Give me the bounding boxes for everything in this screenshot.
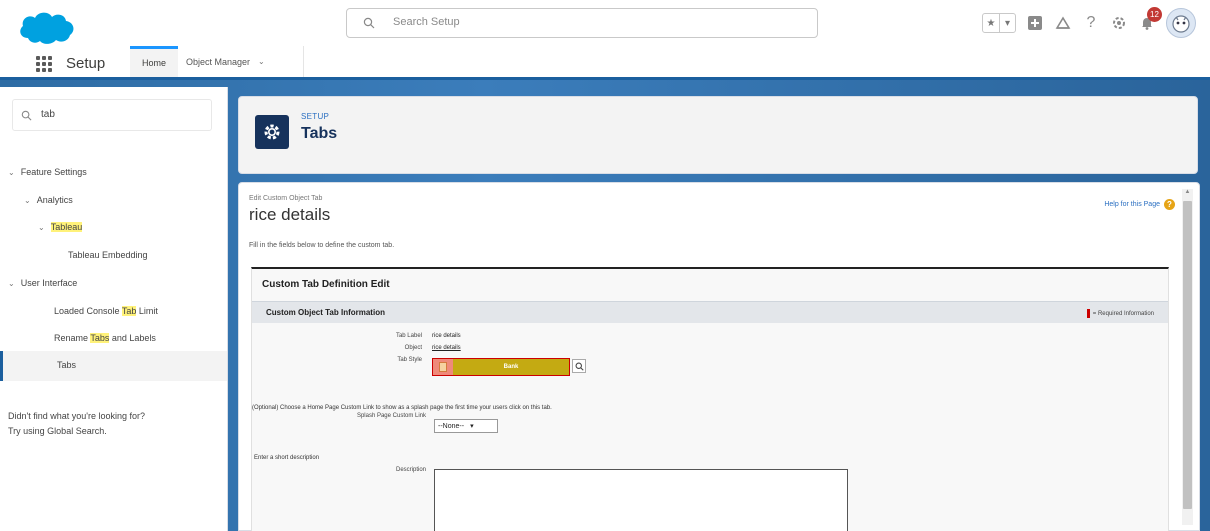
tree-item-user-interface[interactable]: ⌄ User Interface: [8, 278, 77, 288]
edit-block-title: Custom Tab Definition Edit: [262, 279, 390, 290]
tree-item-tableau[interactable]: ⌄ Tableau: [38, 222, 83, 232]
main-content: Edit Custom Object Tab rice details Help…: [238, 182, 1200, 531]
chevron-down-icon[interactable]: ⌄: [258, 57, 265, 66]
app-name: Setup: [66, 55, 106, 72]
chevron-down-icon[interactable]: ⌄: [38, 223, 45, 232]
object-label: Object: [404, 345, 422, 351]
page-header-card: SETUP Tabs: [238, 96, 1198, 174]
page-kicker: SETUP: [301, 112, 330, 121]
section-header: Custom Object Tab Information = Required…: [252, 301, 1168, 323]
tab-home[interactable]: Home: [130, 46, 178, 77]
tab-style-selector[interactable]: Bank: [432, 358, 570, 376]
required-info-label: = Required Information: [1092, 310, 1154, 317]
tree-item-label: Tabs: [57, 360, 77, 370]
help-link-label: Help for this Page: [1104, 201, 1160, 208]
app-navigation-bar: Setup Home Object Manager ⌄: [0, 46, 1210, 80]
user-avatar[interactable]: [1166, 8, 1196, 38]
setup-sidebar: tab ⌄ Feature Settings ⌄ Analytics ⌄ Tablea…: [0, 87, 228, 531]
select-value: --None--: [438, 422, 465, 430]
tab-label-label: Tab Label: [395, 333, 422, 339]
vertical-scrollbar[interactable]: ▲: [1182, 189, 1193, 525]
global-header: Search Setup ★ ▾ ? 12: [0, 0, 1210, 46]
custom-tab-edit-block: Custom Tab Definition Edit Custom Object…: [251, 267, 1169, 531]
search-match-highlight: Tab: [121, 306, 137, 316]
search-icon: [363, 17, 375, 29]
tree-item-label: Feature Settings: [20, 167, 87, 177]
trailhead-guidance-icon[interactable]: [1054, 14, 1072, 32]
tree-item-label: Rename: [54, 333, 91, 343]
tree-item-analytics[interactable]: ⌄ Analytics: [24, 195, 73, 205]
tab-style-label: Tab Style: [397, 357, 422, 363]
notification-count-badge: 12: [1147, 7, 1162, 22]
help-line: Try using Global Search.: [8, 426, 107, 436]
bank-style-icon: [433, 359, 453, 375]
required-marker: [1086, 309, 1090, 318]
tab-object-manager-label: Object Manager: [186, 56, 251, 67]
optional-splash-text: (Optional) Choose a Home Page Custom Lin…: [252, 405, 552, 411]
page-title: Tabs: [301, 125, 338, 142]
section-title: Custom Object Tab Information: [266, 308, 385, 317]
tree-item-loaded-console-tab-limit[interactable]: Loaded Console Tab Limit: [54, 306, 158, 316]
tree-item-label: Tableau Embedding: [68, 250, 148, 260]
quick-find-value: tab: [41, 109, 55, 120]
help-icon[interactable]: ?: [1082, 14, 1100, 32]
help-question-icon: ?: [1164, 199, 1175, 210]
object-link[interactable]: rice details: [432, 345, 461, 351]
tree-item-label: Loaded Console: [54, 306, 122, 316]
tree-item-feature-settings[interactable]: ⌄ Feature Settings: [8, 167, 87, 177]
favorites-group: ★ ▾: [982, 13, 1016, 33]
tab-label-value: rice details: [432, 333, 461, 339]
scroll-up-arrow-icon[interactable]: ▲: [1182, 189, 1193, 199]
tree-item-label: Limit: [136, 306, 158, 316]
header-utility-icons: ★ ▾ ? 12: [982, 6, 1196, 40]
search-icon: [21, 110, 32, 121]
sidebar-help-text: Didn't find what you're looking for? Try…: [8, 409, 218, 439]
description-label: Description: [395, 467, 426, 473]
global-actions-icon[interactable]: [1026, 14, 1044, 32]
description-textarea[interactable]: [434, 469, 848, 531]
tree-item-label: User Interface: [20, 278, 78, 288]
splash-page-label: Splash Page Custom Link: [356, 413, 426, 419]
tab-object-manager[interactable]: Object Manager ⌄: [180, 46, 304, 77]
short-description-heading: Enter a short description: [254, 455, 320, 461]
chevron-down-icon: ▾: [470, 423, 474, 430]
tree-item-rename-tabs-and-labels[interactable]: Rename Tabs and Labels: [54, 333, 156, 343]
salesforce-logo[interactable]: [18, 8, 76, 46]
tab-home-label: Home: [141, 58, 166, 68]
instructions-text: Fill in the fields below to define the c…: [249, 242, 395, 249]
search-placeholder: Search Setup: [393, 16, 460, 28]
quick-find-input[interactable]: tab: [12, 99, 212, 131]
search-match-highlight: Tabs: [90, 333, 110, 343]
lookup-search-icon: [575, 362, 584, 371]
settings-gear-icon[interactable]: [1110, 14, 1128, 32]
breadcrumb: Edit Custom Object Tab: [249, 195, 323, 202]
favorites-list-icon[interactable]: ▾: [999, 14, 1015, 32]
notifications-bell-icon[interactable]: 12: [1138, 7, 1162, 32]
app-launcher-icon[interactable]: [36, 56, 52, 72]
favorites-star-icon[interactable]: ★: [983, 14, 999, 32]
tree-item-tabs-selected[interactable]: Tabs: [0, 351, 227, 381]
setup-search-input[interactable]: Search Setup: [346, 8, 818, 38]
record-title: rice details: [249, 205, 331, 224]
tree-item-label: and Labels: [109, 333, 156, 343]
tab-style-lookup-button[interactable]: [572, 359, 586, 373]
tab-style-name: Bank: [453, 359, 569, 375]
chevron-down-icon[interactable]: ⌄: [8, 279, 15, 288]
gear-icon: [255, 115, 289, 149]
splash-page-custom-link-select[interactable]: --None-- ▾: [434, 419, 498, 433]
help-line: Didn't find what you're looking for?: [8, 411, 146, 421]
chevron-down-icon[interactable]: ⌄: [24, 196, 31, 205]
required-information-legend: = Required Information: [1086, 309, 1154, 318]
chevron-down-icon[interactable]: ⌄: [8, 168, 15, 177]
tree-item-label: Tableau: [50, 222, 83, 232]
help-for-this-page-link[interactable]: Help for this Page ?: [1104, 199, 1175, 210]
tree-item-tableau-embedding[interactable]: Tableau Embedding: [68, 250, 148, 260]
tree-item-label: Analytics: [36, 195, 73, 205]
scrollbar-thumb[interactable]: [1183, 201, 1192, 509]
